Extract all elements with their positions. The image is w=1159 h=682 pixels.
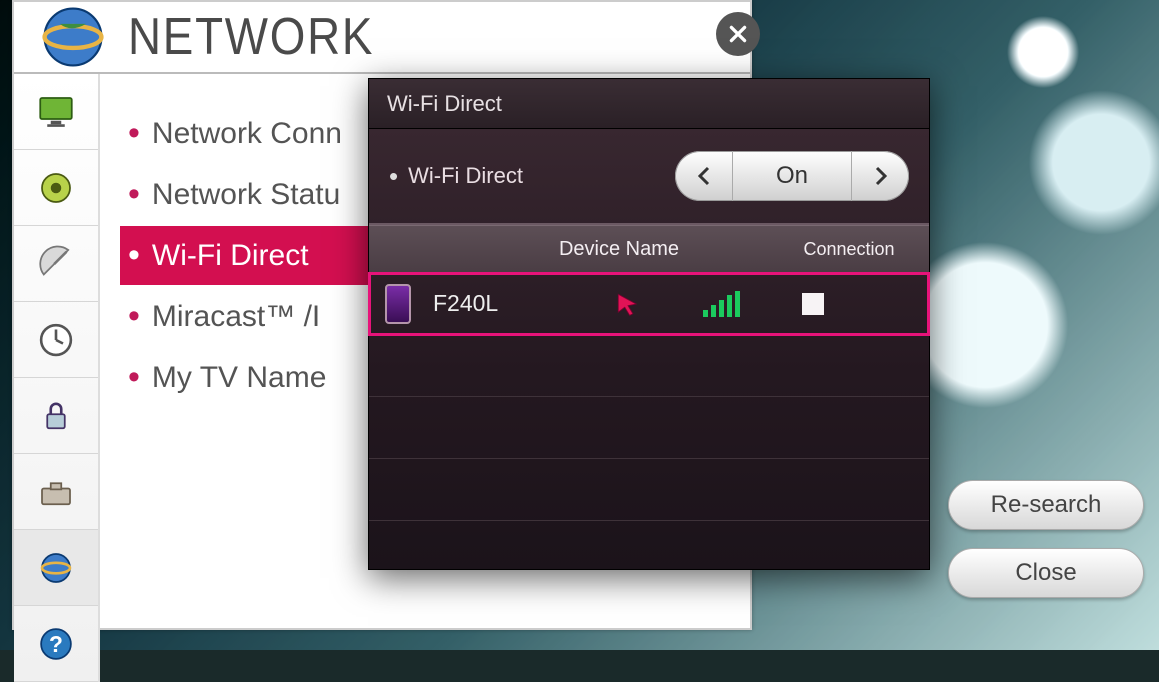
device-row[interactable]: F240L	[369, 273, 929, 335]
satellite-dish-icon	[35, 243, 77, 285]
popup-title: Wi-Fi Direct	[369, 79, 929, 129]
device-list-header: Device Name Connection	[369, 225, 929, 273]
sidebar-item-lock[interactable]	[14, 378, 98, 454]
close-button[interactable]	[716, 12, 760, 56]
stepper-next-button[interactable]	[851, 151, 909, 201]
close-popup-button[interactable]: Close	[948, 548, 1144, 598]
lock-icon	[35, 395, 77, 437]
chevron-right-icon	[873, 166, 889, 186]
stepper-value: On	[733, 162, 851, 190]
sidebar-item-sound[interactable]	[14, 150, 98, 226]
device-row-empty	[369, 335, 929, 397]
popup-action-buttons: Re-search Close	[948, 480, 1144, 598]
device-name: F240L	[433, 290, 593, 317]
sidebar-item-display[interactable]	[14, 74, 98, 150]
device-list: F240L	[369, 273, 929, 569]
wifi-direct-toggle-row: Wi-Fi Direct On	[369, 129, 929, 225]
help-icon: ?	[35, 623, 77, 665]
toolbox-icon	[35, 471, 77, 513]
settings-title: NETWORK	[128, 7, 374, 67]
speaker-icon	[35, 167, 77, 209]
device-row-empty	[369, 459, 929, 521]
wifi-direct-popup: Wi-Fi Direct Wi-Fi Direct On Device Name…	[368, 78, 930, 570]
pointer-cursor-icon	[615, 291, 641, 317]
sidebar-item-network[interactable]	[14, 530, 98, 606]
phone-icon	[385, 284, 411, 324]
research-button[interactable]: Re-search	[948, 480, 1144, 530]
device-row-empty	[369, 397, 929, 459]
monitor-icon	[35, 91, 77, 133]
connection-checkbox[interactable]	[802, 293, 824, 315]
settings-header: NETWORK	[14, 2, 750, 74]
sidebar-item-time[interactable]	[14, 302, 98, 378]
column-device-name: Device Name	[449, 238, 789, 261]
clock-icon	[35, 319, 77, 361]
globe-small-icon	[35, 547, 77, 589]
wifi-direct-stepper[interactable]: On	[675, 151, 909, 201]
sidebar-item-channel[interactable]	[14, 226, 98, 302]
settings-sidebar: ?	[14, 74, 100, 682]
signal-strength-icon	[703, 291, 740, 317]
wifi-direct-toggle-label: Wi-Fi Direct	[389, 161, 523, 192]
svg-text:?: ?	[49, 630, 63, 656]
stepper-prev-button[interactable]	[675, 151, 733, 201]
network-globe-icon	[38, 2, 108, 72]
close-icon	[727, 23, 749, 45]
column-connection: Connection	[789, 239, 909, 260]
sidebar-item-option[interactable]	[14, 454, 98, 530]
chevron-left-icon	[696, 166, 712, 186]
sidebar-item-support[interactable]: ?	[14, 606, 98, 682]
